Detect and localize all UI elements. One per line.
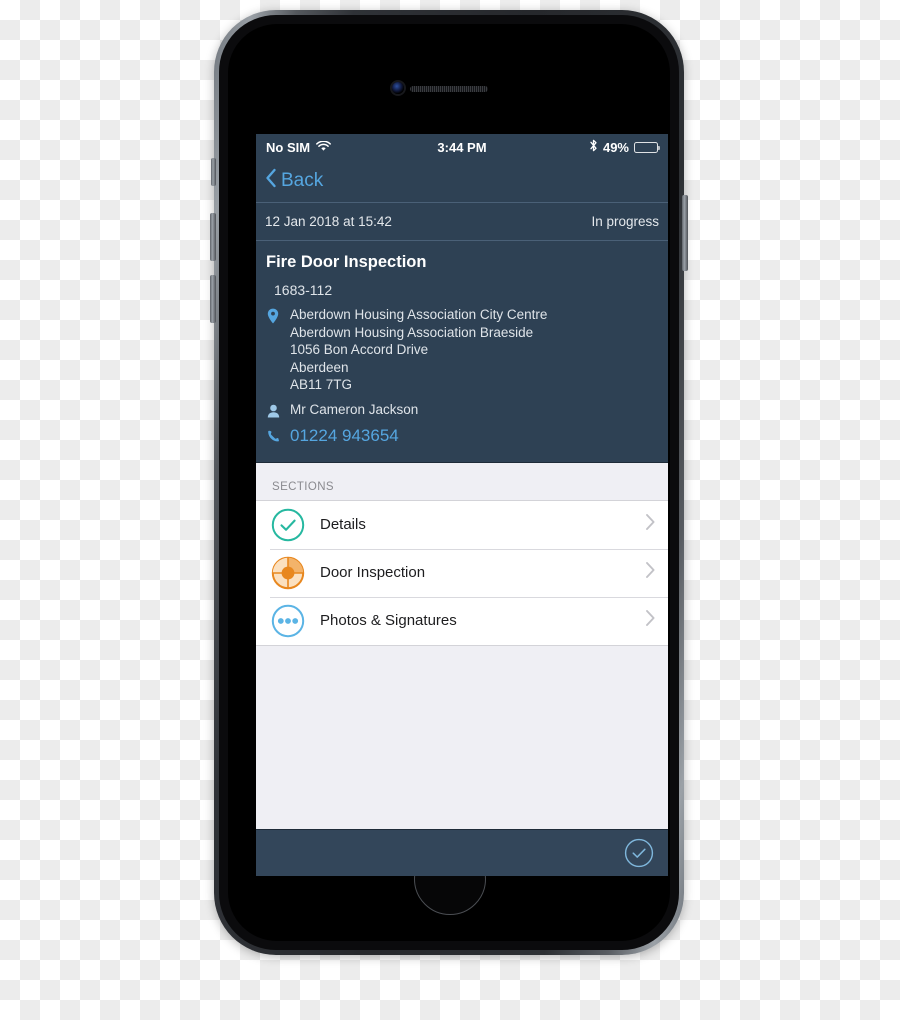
address-block: Aberdown Housing Association City Centre… — [265, 306, 659, 394]
phone-icon — [265, 428, 281, 443]
bottom-toolbar — [256, 829, 668, 876]
volume-down-button[interactable] — [210, 275, 216, 323]
power-button[interactable] — [682, 195, 688, 271]
navigation-bar: Back — [256, 160, 668, 203]
phone-row[interactable]: 01224 943654 — [265, 426, 659, 446]
battery-percent-label: 49% — [602, 139, 629, 155]
progress-pie-icon — [270, 555, 306, 591]
status-badge: In progress — [591, 214, 659, 229]
wifi-icon — [316, 140, 332, 155]
back-button-label: Back — [281, 170, 324, 191]
page-title: Fire Door Inspection — [266, 253, 427, 271]
submit-button[interactable] — [624, 838, 654, 868]
sidebar-item-photos-signatures[interactable]: Photos & Signatures — [256, 596, 668, 645]
chevron-right-icon — [645, 609, 656, 632]
phone-device: No SIM 3:44 PM 49% Back 12 Jan 2018 at 1… — [210, 10, 688, 955]
section-label: Door Inspection — [320, 564, 426, 581]
front-camera-icon — [392, 82, 404, 94]
battery-icon — [634, 141, 660, 153]
mute-switch[interactable] — [211, 158, 216, 186]
chevron-left-icon — [265, 168, 277, 194]
job-reference: 1683-112 — [274, 282, 333, 298]
sidebar-item-details[interactable]: Details — [256, 501, 668, 549]
back-button[interactable]: Back — [265, 168, 323, 194]
volume-up-button[interactable] — [210, 213, 216, 261]
person-icon — [265, 402, 281, 418]
contact-name: Mr Cameron Jackson — [290, 402, 419, 417]
address-line: Aberdown Housing Association Braeside — [290, 324, 534, 340]
phone-number[interactable]: 01224 943654 — [290, 426, 399, 446]
map-pin-icon — [265, 306, 281, 324]
check-circle-icon — [270, 507, 306, 543]
phone-screen: No SIM 3:44 PM 49% Back 12 Jan 2018 at 1… — [256, 134, 668, 876]
screenshot-stage: No SIM 3:44 PM 49% Back 12 Jan 2018 at 1… — [0, 0, 900, 1020]
empty-list-area — [256, 645, 668, 829]
status-bar: No SIM 3:44 PM 49% — [256, 134, 668, 160]
phone-bezel: No SIM 3:44 PM 49% Back 12 Jan 2018 at 1… — [219, 15, 679, 950]
sections-header: SECTIONS — [256, 462, 668, 500]
job-datetime: 12 Jan 2018 at 15:42 — [265, 214, 392, 229]
chevron-right-icon — [645, 561, 656, 584]
earpiece-speaker-icon — [410, 86, 488, 92]
check-circle-icon — [624, 838, 654, 868]
sections-list: Details Door Inspection Photos & Signatu… — [256, 499, 668, 646]
section-label: Details — [320, 516, 366, 533]
address-line: Aberdown Housing Association City Centre — [290, 307, 548, 322]
phone-front-face: No SIM 3:44 PM 49% Back 12 Jan 2018 at 1… — [228, 24, 670, 941]
address-line: AB11 7TG — [290, 377, 353, 392]
bluetooth-icon — [589, 139, 598, 155]
job-summary-card: Fire Door Inspection 1683-112 Aberdown H… — [256, 241, 668, 463]
address-line: 1056 Bon Accord Drive — [290, 342, 429, 357]
job-meta-row: 12 Jan 2018 at 15:42 In progress — [256, 203, 668, 241]
sidebar-item-door-inspection[interactable]: Door Inspection — [256, 548, 668, 597]
section-label: Photos & Signatures — [320, 612, 457, 629]
contact-row: Mr Cameron Jackson — [265, 402, 659, 418]
dots-circle-icon — [270, 603, 306, 639]
address-line: Aberdeen — [290, 359, 349, 375]
chevron-right-icon — [645, 513, 656, 536]
carrier-label: No SIM — [266, 139, 311, 155]
